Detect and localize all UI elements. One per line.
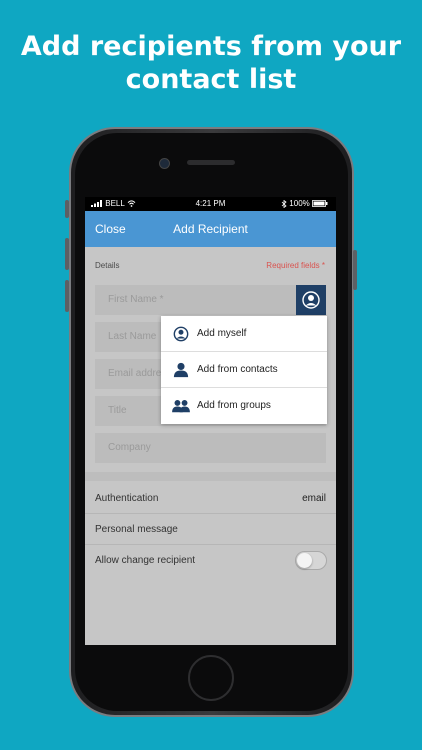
nav-bar: Close Add Recipient xyxy=(85,211,336,247)
personal-message-label: Personal message xyxy=(95,524,178,535)
status-bar: BELL 4:21 PM 100% xyxy=(85,197,336,211)
authentication-row[interactable]: Authentication email xyxy=(85,483,336,514)
menu-label-add-myself: Add myself xyxy=(197,328,247,339)
phone-screen: BELL 4:21 PM 100% Close Add Recipient De… xyxy=(85,197,336,645)
menu-label-add-contacts: Add from contacts xyxy=(197,364,278,375)
home-button[interactable] xyxy=(188,655,234,701)
allow-change-toggle[interactable] xyxy=(295,551,327,570)
headline: Add recipients from your contact list xyxy=(0,30,422,96)
details-label: Details xyxy=(95,261,120,270)
menu-item-add-myself[interactable]: Add myself xyxy=(161,316,327,352)
add-recipient-menu: Add myself Add from contacts Add from gr… xyxy=(161,316,327,424)
menu-label-add-groups: Add from groups xyxy=(197,400,271,411)
earpiece-speaker xyxy=(187,160,235,165)
headline-line-2: contact list xyxy=(125,64,297,95)
nav-title: Add Recipient xyxy=(173,222,248,236)
add-contact-button[interactable] xyxy=(296,285,326,315)
volume-up-button xyxy=(65,238,69,270)
company-field[interactable]: Company xyxy=(95,433,326,463)
battery-percent: 100% xyxy=(289,199,310,208)
user-icon xyxy=(173,362,189,378)
toggle-knob xyxy=(297,553,312,568)
allow-change-row: Allow change recipient xyxy=(85,545,336,576)
authentication-label: Authentication xyxy=(95,493,159,504)
headline-line-1: Add recipients from your xyxy=(20,31,402,62)
allow-change-label: Allow change recipient xyxy=(95,555,196,566)
volume-down-button xyxy=(65,280,69,312)
users-group-icon xyxy=(172,399,190,413)
battery-icon xyxy=(312,200,328,208)
section-divider xyxy=(85,472,336,481)
first-name-field[interactable]: First Name * xyxy=(95,285,296,315)
power-button xyxy=(353,250,357,290)
user-circle-icon xyxy=(302,291,320,309)
personal-message-row[interactable]: Personal message xyxy=(85,514,336,545)
status-battery: 100% xyxy=(281,197,328,211)
required-fields-note: Required fields * xyxy=(266,261,325,270)
menu-item-add-contacts[interactable]: Add from contacts xyxy=(161,352,327,388)
front-camera xyxy=(159,158,170,169)
user-circle-icon xyxy=(173,326,189,342)
mute-switch xyxy=(65,200,69,218)
authentication-value: email xyxy=(302,493,326,504)
details-header: Details Required fields * xyxy=(85,261,336,273)
bluetooth-icon xyxy=(281,199,287,209)
menu-item-add-groups[interactable]: Add from groups xyxy=(161,388,327,424)
